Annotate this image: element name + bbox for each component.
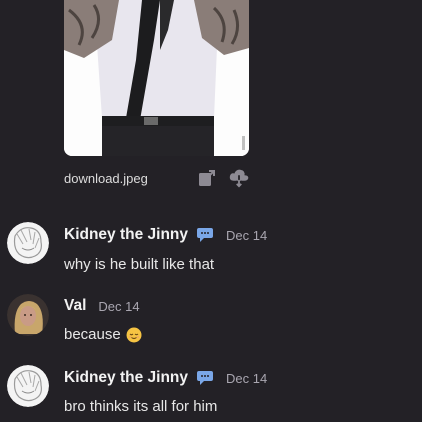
username[interactable]: Kidney the Jinny [64,369,188,387]
attachment-bar: download.jpeg [64,166,249,190]
attachment-image[interactable] [64,0,249,156]
chat-feed: download.jpeg Kidney the Jinny Dec 14 wh… [0,0,422,422]
chat-bubble-icon [196,227,214,243]
timestamp: Dec 14 [226,227,268,243]
message-text-content: because [64,326,121,343]
message-text: why is he built like that [64,256,214,273]
open-external-icon[interactable] [197,168,217,188]
message-text-content: why is he built like that [64,256,215,273]
message-text: because [64,326,142,343]
username[interactable]: Val [64,297,86,315]
attachment-file-name[interactable]: download.jpeg [64,171,185,186]
message-text: bro thinks its all for him [64,398,217,415]
cloud-download-icon[interactable] [229,168,249,188]
avatar[interactable] [7,222,49,264]
timestamp: Dec 14 [98,298,140,314]
avatar[interactable] [7,294,49,336]
username[interactable]: Kidney the Jinny [64,226,188,244]
relieved-face-emoji [126,327,142,343]
avatar[interactable] [7,365,49,407]
message-text-content: bro thinks its all for him [64,398,218,415]
timestamp: Dec 14 [226,370,268,386]
chat-bubble-icon [196,370,214,386]
